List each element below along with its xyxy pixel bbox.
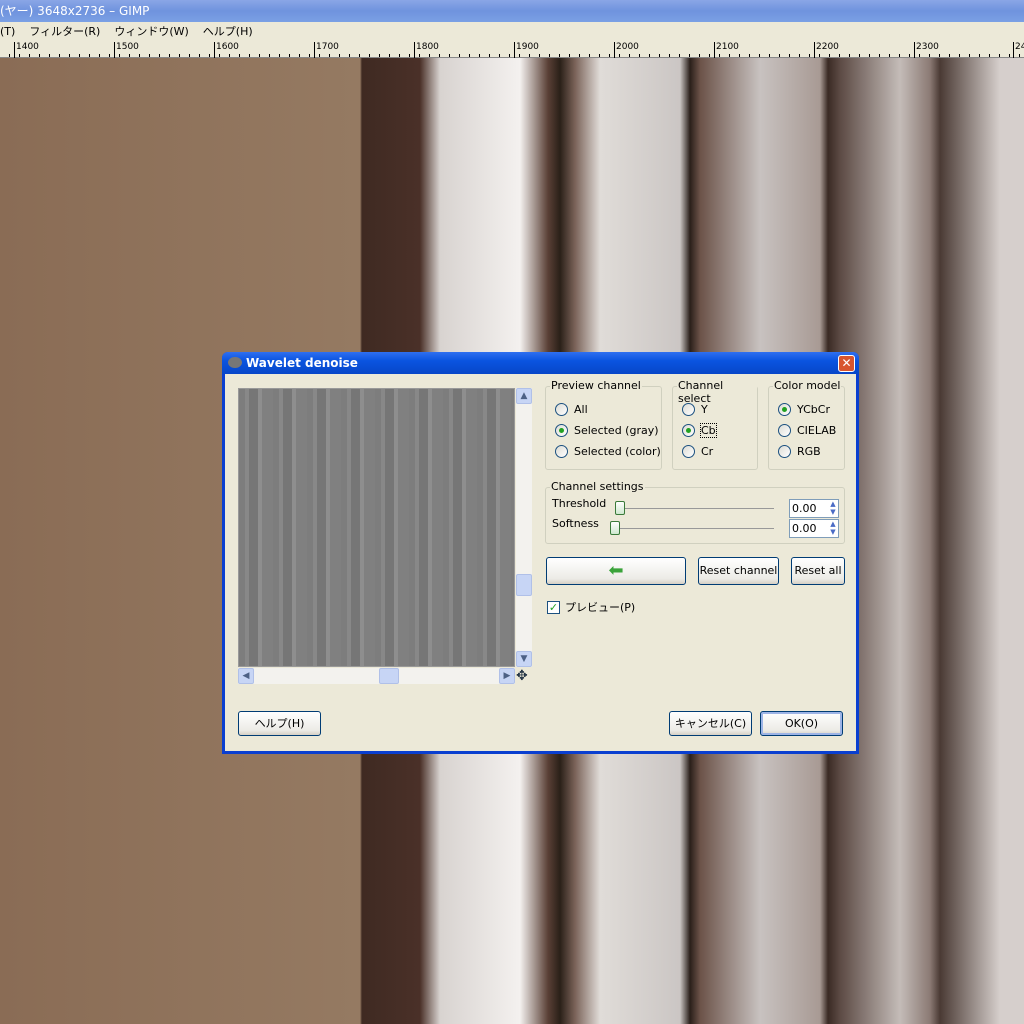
radio-label: RGB (797, 445, 821, 458)
radio-label: Y (701, 403, 708, 416)
radio-selected-color[interactable]: Selected (color) (555, 445, 661, 458)
threshold-value: 0.00 (792, 502, 817, 515)
softness-label: Softness (552, 517, 599, 530)
radio-label: CIELAB (797, 424, 837, 437)
preview-checkbox[interactable]: ✓ プレビュー(P) (547, 599, 635, 615)
scroll-down-icon[interactable]: ▼ (516, 651, 532, 667)
threshold-slider[interactable] (616, 508, 774, 509)
threshold-slider-handle[interactable] (615, 501, 625, 515)
window-title: (ヤー) 3648x2736 – GIMP (0, 4, 150, 18)
softness-slider-handle[interactable] (610, 521, 620, 535)
radio-icon (778, 403, 791, 416)
channel-settings-group: Channel settings Threshold 0.00 ▲ ▼ Softne… (545, 480, 845, 544)
radio-icon (682, 403, 695, 416)
help-button[interactable]: ヘルプ(H) (238, 711, 321, 736)
arrow-left-icon: ⬅ (608, 560, 624, 581)
wavelet-denoise-dialog: Wavelet denoise ✕ ▲ ▼ ◀ ▶ ✥ Preview chan… (222, 352, 859, 754)
radio-label: Cb (700, 423, 717, 438)
preview-channel-group: Preview channel All Selected (gray) Sele… (545, 379, 662, 470)
menu-windows[interactable]: ウィンドウ(W) (114, 25, 188, 38)
radio-label: Selected (color) (574, 445, 661, 458)
group-label: Color model (773, 379, 842, 392)
radio-icon (778, 424, 791, 437)
menu-tools[interactable]: (T) (0, 25, 15, 38)
reset-channel-button[interactable]: Reset channel (698, 557, 779, 585)
radio-label: Selected (gray) (574, 424, 659, 437)
ruler-label: 1400 (14, 42, 39, 58)
ruler-label: 2100 (714, 42, 739, 58)
radio-rgb[interactable]: RGB (778, 445, 821, 458)
radio-icon (555, 424, 568, 437)
radio-label: Cr (701, 445, 714, 458)
menu-help[interactable]: ヘルプ(H) (203, 25, 253, 38)
spin-arrows-icon[interactable]: ▲ ▼ (828, 500, 838, 517)
preview-image[interactable] (238, 388, 515, 667)
ruler-label: 24 (1013, 42, 1024, 58)
ruler-label: 1500 (114, 42, 139, 58)
scroll-right-icon[interactable]: ▶ (499, 668, 515, 684)
gimp-title-bar: (ヤー) 3648x2736 – GIMP (0, 0, 1024, 22)
ruler-label: 1700 (314, 42, 339, 58)
ruler-label: 2200 (814, 42, 839, 58)
threshold-label: Threshold (552, 497, 607, 510)
group-label: Channel select (677, 379, 757, 405)
spin-arrows-icon[interactable]: ▲ ▼ (828, 520, 838, 537)
channel-select-group: Channel select Y Cb Cr (672, 379, 758, 470)
dialog-title: Wavelet denoise (246, 356, 358, 370)
dialog-title-bar[interactable]: Wavelet denoise ✕ (222, 352, 859, 374)
hscroll-thumb[interactable] (379, 668, 399, 684)
radio-cielab[interactable]: CIELAB (778, 424, 836, 437)
softness-slider[interactable] (610, 528, 774, 529)
menu-filters[interactable]: フィルター(R) (29, 25, 100, 38)
radio-all[interactable]: All (555, 403, 588, 416)
radio-icon (555, 403, 568, 416)
close-button[interactable]: ✕ (838, 355, 855, 372)
horizontal-scrollbar[interactable]: ◀ ▶ (238, 668, 515, 684)
group-label: Preview channel (550, 379, 642, 392)
radio-label: All (574, 403, 588, 416)
radio-label: YCbCr (797, 403, 830, 416)
gimp-icon (228, 357, 242, 368)
radio-y[interactable]: Y (682, 403, 708, 416)
scroll-up-icon[interactable]: ▲ (516, 388, 532, 404)
ruler-label: 1800 (414, 42, 439, 58)
scroll-thumb[interactable] (516, 574, 532, 596)
horizontal-ruler: 1400 1500 1600 1700 1800 1900 2000 2100 … (0, 42, 1024, 58)
radio-icon (778, 445, 791, 458)
softness-value: 0.00 (792, 522, 817, 535)
dialog-body: ▲ ▼ ◀ ▶ ✥ Preview channel All Selected (… (225, 374, 856, 751)
ruler-label: 2300 (914, 42, 939, 58)
scroll-left-icon[interactable]: ◀ (238, 668, 254, 684)
cancel-button[interactable]: キャンセル(C) (669, 711, 752, 736)
ruler-label: 1900 (514, 42, 539, 58)
navigate-icon[interactable]: ✥ (516, 668, 528, 684)
radio-icon (682, 445, 695, 458)
softness-spinbox[interactable]: 0.00 ▲ ▼ (789, 519, 839, 538)
radio-selected-gray[interactable]: Selected (gray) (555, 424, 659, 437)
ok-button[interactable]: OK(O) (760, 711, 843, 736)
radio-icon (555, 445, 568, 458)
radio-cr[interactable]: Cr (682, 445, 713, 458)
color-model-group: Color model YCbCr CIELAB RGB (768, 379, 845, 470)
apply-arrow-button[interactable]: ⬅ (546, 557, 686, 585)
group-label: Channel settings (550, 480, 645, 493)
radio-icon (682, 424, 695, 437)
radio-cb[interactable]: Cb (682, 423, 717, 438)
ruler-label: 2000 (614, 42, 639, 58)
vertical-scrollbar[interactable]: ▲ ▼ (516, 388, 532, 667)
menubar: (T) フィルター(R) ウィンドウ(W) ヘルプ(H) (0, 22, 1024, 42)
preview-label: プレビュー(P) (565, 601, 636, 614)
radio-ycbcr[interactable]: YCbCr (778, 403, 830, 416)
ruler-label: 1600 (214, 42, 239, 58)
threshold-spinbox[interactable]: 0.00 ▲ ▼ (789, 499, 839, 518)
reset-all-button[interactable]: Reset all (791, 557, 845, 585)
checkmark-icon: ✓ (547, 600, 560, 614)
